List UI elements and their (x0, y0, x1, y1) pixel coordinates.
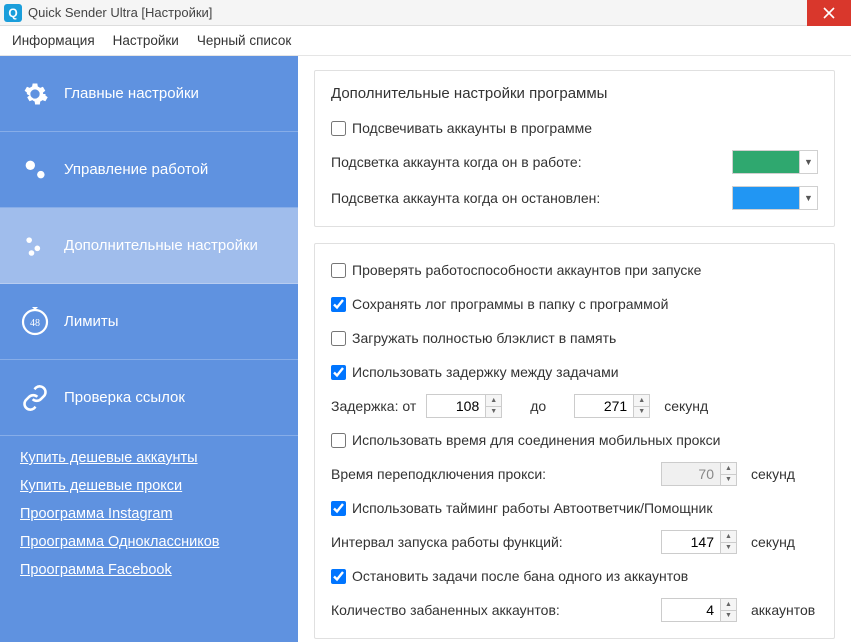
arrow-down-icon[interactable]: ▼ (721, 543, 736, 554)
checkbox-label: Загружать полностью блэклист в память (352, 330, 616, 346)
panel-title: Дополнительные настройки программы (331, 85, 818, 102)
arrow-up-icon[interactable]: ▲ (634, 395, 649, 407)
checkbox-load-blacklist[interactable]: Загружать полностью блэклист в память (331, 330, 616, 346)
checkbox-input[interactable] (331, 263, 346, 278)
checkbox-use-delay[interactable]: Использовать задержку между задачами (331, 364, 619, 380)
sidebar-item-label: Дополнительные настройки (64, 237, 258, 254)
link-instagram[interactable]: Проограмма Instagram (20, 506, 278, 522)
panel-options: Проверять работоспособности аккаунтов пр… (314, 243, 835, 639)
link-buy-accounts[interactable]: Купить дешевые аккаунты (20, 450, 278, 466)
label-reconnect: Время переподключения прокси: (331, 466, 651, 482)
checkbox-check-on-start[interactable]: Проверять работоспособности аккаунтов пр… (331, 262, 701, 278)
sidebar-item-work-management[interactable]: Управление работой (0, 132, 298, 208)
input-interval[interactable] (662, 531, 720, 553)
spinner-interval[interactable]: ▲▼ (661, 530, 737, 554)
input-reconnect (662, 463, 720, 485)
checkbox-input[interactable] (331, 501, 346, 516)
arrow-down-icon[interactable]: ▼ (721, 611, 736, 622)
sidebar-item-limits[interactable]: 48 Лимиты (0, 284, 298, 360)
sliders-icon (20, 231, 50, 261)
spinner-delay-from[interactable]: ▲▼ (426, 394, 502, 418)
sidebar-item-link-check[interactable]: Проверка ссылок (0, 360, 298, 436)
checkbox-stop-on-ban[interactable]: Остановить задачи после бана одного из а… (331, 568, 688, 584)
label-interval: Интервал запуска работы функций: (331, 534, 651, 550)
close-icon (823, 7, 835, 19)
color-select-stopped[interactable]: ▼ (732, 186, 818, 210)
panel-highlight: Дополнительные настройки программы Подсв… (314, 70, 835, 227)
input-banned-count[interactable] (662, 599, 720, 621)
input-delay-to[interactable] (575, 395, 633, 417)
arrow-up-icon[interactable]: ▲ (721, 531, 736, 543)
gear-icon (20, 79, 50, 109)
checkbox-label: Использовать задержку между задачами (352, 364, 619, 380)
link-facebook[interactable]: Проограмма Facebook (20, 562, 278, 578)
unit-seconds: секунд (751, 534, 795, 550)
sidebar-item-label: Главные настройки (64, 85, 199, 102)
checkbox-input[interactable] (331, 121, 346, 136)
sidebar-item-label: Проверка ссылок (64, 389, 185, 406)
unit-accounts: аккаунтов (751, 602, 815, 618)
titlebar: Q Quick Sender Ultra [Настройки] (0, 0, 851, 26)
label-color-stopped: Подсветка аккаунта когда он остановлен: (331, 190, 600, 206)
unit-seconds: секунд (751, 466, 795, 482)
sidebar-item-label: Лимиты (64, 313, 119, 330)
window-title: Quick Sender Ultra [Настройки] (28, 5, 212, 20)
link-buy-proxies[interactable]: Купить дешевые прокси (20, 478, 278, 494)
label-color-working: Подсветка аккаунта когда он в работе: (331, 154, 582, 170)
color-swatch (733, 187, 799, 209)
checkbox-label: Подсвечивать аккаунты в программе (352, 120, 592, 136)
sidebar-item-main-settings[interactable]: Главные настройки (0, 56, 298, 132)
limit-icon: 48 (20, 307, 50, 337)
checkbox-label: Использовать время для соединения мобиль… (352, 432, 721, 448)
arrow-up-icon[interactable]: ▲ (486, 395, 501, 407)
chevron-down-icon: ▼ (799, 187, 817, 209)
label-delay-to: до (530, 398, 546, 414)
svg-text:48: 48 (30, 318, 40, 329)
arrow-down-icon: ▼ (721, 475, 736, 486)
sidebar-item-additional-settings[interactable]: Дополнительные настройки (0, 208, 298, 284)
gears-icon (20, 155, 50, 185)
sidebar-links: Купить дешевые аккаунты Купить дешевые п… (0, 436, 298, 592)
unit-seconds: секунд (664, 398, 708, 414)
spinner-reconnect: ▲▼ (661, 462, 737, 486)
input-delay-from[interactable] (427, 395, 485, 417)
menu-blacklist[interactable]: Черный список (197, 33, 291, 48)
checkbox-label: Использовать тайминг работы Автоответчик… (352, 500, 712, 516)
checkbox-use-mobile-time[interactable]: Использовать время для соединения мобиль… (331, 432, 721, 448)
app-icon: Q (4, 4, 22, 22)
menubar: Информация Настройки Черный список (0, 26, 851, 56)
menu-settings[interactable]: Настройки (113, 33, 179, 48)
checkbox-input[interactable] (331, 433, 346, 448)
spinner-delay-to[interactable]: ▲▼ (574, 394, 650, 418)
menu-info[interactable]: Информация (12, 33, 95, 48)
checkbox-label: Остановить задачи после бана одного из а… (352, 568, 688, 584)
sidebar-item-label: Управление работой (64, 161, 208, 178)
checkbox-save-log[interactable]: Сохранять лог программы в папку с програ… (331, 296, 668, 312)
link-icon (20, 383, 50, 413)
checkbox-input[interactable] (331, 331, 346, 346)
chevron-down-icon: ▼ (799, 151, 817, 173)
checkbox-label: Проверять работоспособности аккаунтов пр… (352, 262, 701, 278)
checkbox-use-timing[interactable]: Использовать тайминг работы Автоответчик… (331, 500, 712, 516)
spinner-banned-count[interactable]: ▲▼ (661, 598, 737, 622)
color-select-working[interactable]: ▼ (732, 150, 818, 174)
link-odnoklassniki[interactable]: Проограмма Одноклассников (20, 534, 278, 550)
label-banned-count: Количество забаненных аккаунтов: (331, 602, 651, 618)
checkbox-input[interactable] (331, 297, 346, 312)
main-content: Дополнительные настройки программы Подсв… (298, 56, 851, 642)
arrow-up-icon[interactable]: ▲ (721, 599, 736, 611)
checkbox-label: Сохранять лог программы в папку с програ… (352, 296, 668, 312)
arrow-down-icon[interactable]: ▼ (634, 407, 649, 418)
color-swatch (733, 151, 799, 173)
checkbox-input[interactable] (331, 569, 346, 584)
sidebar: Главные настройки Управление работой Доп… (0, 56, 298, 642)
arrow-up-icon: ▲ (721, 463, 736, 475)
arrow-down-icon[interactable]: ▼ (486, 407, 501, 418)
checkbox-highlight-accounts[interactable]: Подсвечивать аккаунты в программе (331, 120, 592, 136)
label-delay-from: Задержка: от (331, 398, 416, 414)
close-button[interactable] (807, 0, 851, 26)
checkbox-input[interactable] (331, 365, 346, 380)
